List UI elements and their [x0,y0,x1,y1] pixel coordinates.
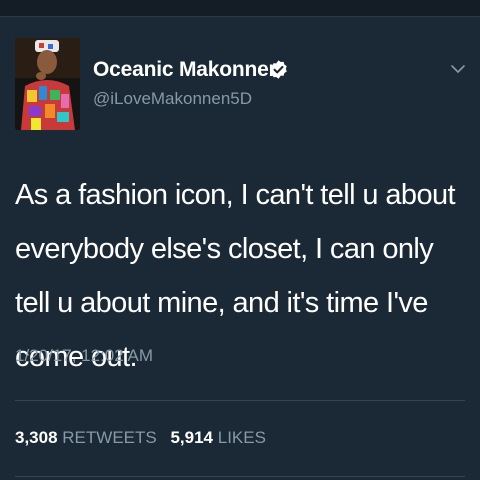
verified-badge-icon [270,60,287,79]
divider [15,400,465,401]
retweets-count[interactable]: 3,308 [15,428,58,447]
chevron-down-icon[interactable] [449,62,467,76]
bottom-divider [15,476,465,477]
timestamp[interactable]: 1/20/17, 12:02 AM [15,346,153,366]
tweet-card: Oceanic Makonnen @iLoveMakonnen5D As a f… [0,0,480,480]
engagement-stats: 3,308 RETWEETS 5,914 LIKES [15,428,275,448]
display-name[interactable]: Oceanic Makonnen [93,58,281,82]
user-handle[interactable]: @iLoveMakonnen5D [93,89,252,109]
avatar-image [15,38,80,130]
likes-count[interactable]: 5,914 [170,428,213,447]
avatar[interactable] [15,38,80,130]
likes-label[interactable]: LIKES [218,428,266,447]
top-bar [0,0,480,17]
retweets-label[interactable]: RETWEETS [62,428,156,447]
